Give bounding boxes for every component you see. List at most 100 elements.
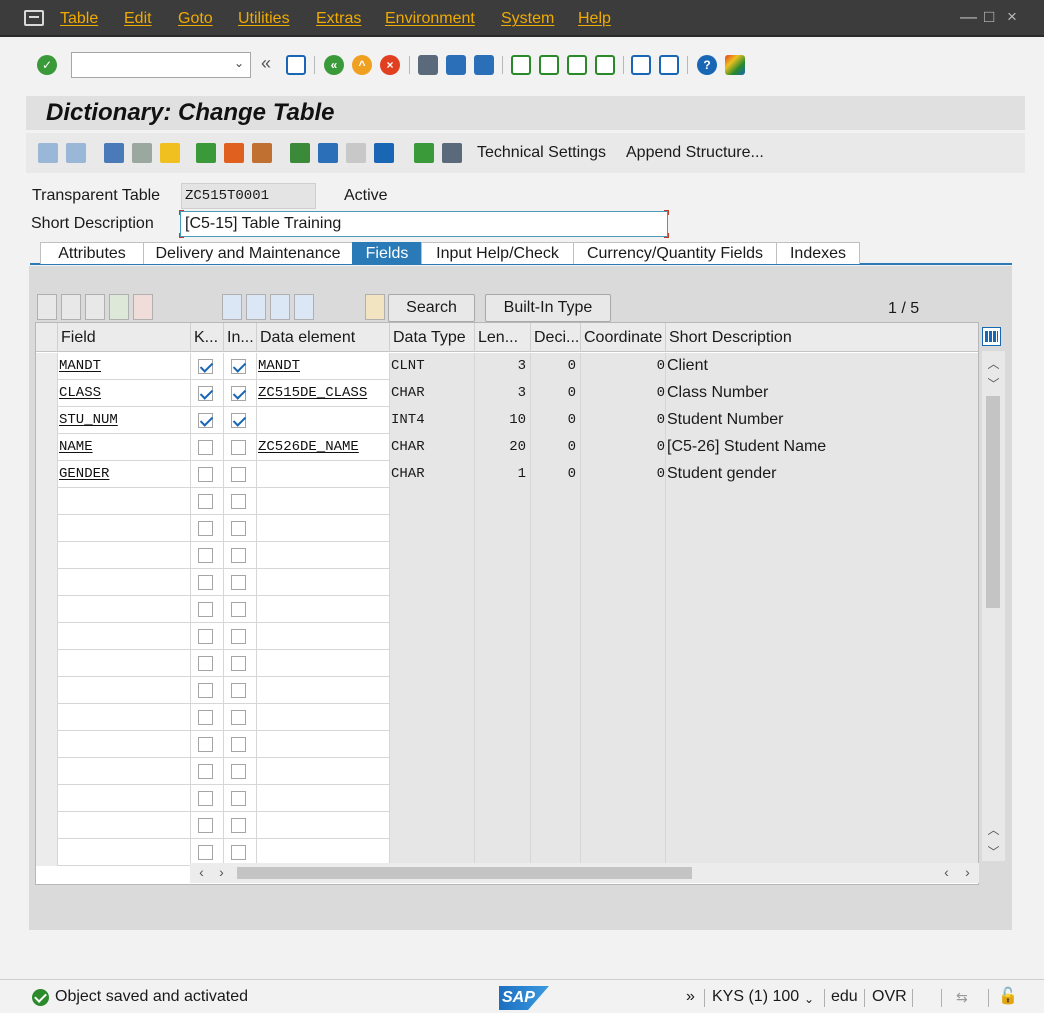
lock-icon[interactable]: 🔓: [998, 987, 1018, 1007]
field-name-cell[interactable]: [58, 596, 191, 623]
table-row[interactable]: [36, 758, 978, 785]
initial-cell[interactable]: [224, 731, 257, 758]
customize-layout-icon[interactable]: [725, 55, 745, 75]
menu-utilities[interactable]: Utilities: [238, 10, 290, 28]
key-checkbox[interactable]: [198, 710, 213, 725]
table-row[interactable]: [36, 785, 978, 812]
object-list-icon[interactable]: [290, 143, 310, 163]
initial-values-checkbox[interactable]: [231, 386, 246, 401]
insert-row-icon[interactable]: [109, 294, 129, 320]
initial-cell[interactable]: [224, 650, 257, 677]
short-description-value[interactable]: [C5-15] Table Training: [185, 215, 341, 232]
column-settings-icon[interactable]: [982, 327, 1001, 346]
column-header-decimals[interactable]: Deci...: [531, 323, 581, 352]
initial-cell[interactable]: [224, 353, 257, 380]
initial-values-checkbox[interactable]: [231, 440, 246, 455]
vertical-scrollbar[interactable]: ︿ ﹀ ︿ ﹀: [982, 351, 1005, 861]
help-icon[interactable]: ?: [697, 55, 717, 75]
data-element-cell[interactable]: [257, 839, 390, 866]
field-name-cell[interactable]: [58, 542, 191, 569]
scroll-thumb[interactable]: [986, 396, 1000, 608]
row-selector[interactable]: [36, 812, 58, 839]
key-cell[interactable]: [191, 461, 224, 488]
key-cell[interactable]: [191, 569, 224, 596]
row-selector[interactable]: [36, 407, 58, 434]
key-cell[interactable]: [191, 596, 224, 623]
key-cell[interactable]: [191, 515, 224, 542]
key-cell[interactable]: [191, 704, 224, 731]
initial-cell[interactable]: [224, 542, 257, 569]
foreign-key-icon[interactable]: [365, 294, 385, 320]
database-utility-icon[interactable]: [414, 143, 434, 163]
column-header-data-type[interactable]: Data Type: [390, 323, 475, 352]
initial-cell[interactable]: [224, 488, 257, 515]
field-name-cell[interactable]: GENDER: [58, 461, 191, 488]
key-cell[interactable]: [191, 677, 224, 704]
key-cell[interactable]: [191, 758, 224, 785]
menu-system[interactable]: System: [501, 10, 554, 28]
scroll-down-icon[interactable]: ﹀: [982, 375, 1005, 392]
table-row[interactable]: [36, 515, 978, 542]
filter-icon[interactable]: [222, 294, 242, 320]
field-name-cell[interactable]: [58, 488, 191, 515]
row-selector[interactable]: [36, 758, 58, 785]
key-checkbox[interactable]: [198, 494, 213, 509]
shortcut-icon[interactable]: [659, 55, 679, 75]
key-checkbox[interactable]: [198, 467, 213, 482]
data-element-cell[interactable]: MANDT: [257, 353, 390, 380]
initial-values-checkbox[interactable]: [231, 548, 246, 563]
row-selector[interactable]: [36, 839, 58, 866]
minimize-icon[interactable]: —: [960, 8, 977, 26]
info-icon[interactable]: [374, 143, 394, 163]
column-header-short-description[interactable]: Short Description: [666, 323, 978, 352]
column-header-length[interactable]: Len...: [475, 323, 531, 352]
tab-indexes[interactable]: Indexes: [776, 242, 860, 264]
tab-input-help-check[interactable]: Input Help/Check: [421, 242, 574, 264]
close-icon[interactable]: ×: [1007, 8, 1017, 26]
key-checkbox[interactable]: [198, 386, 213, 401]
tab-attributes[interactable]: Attributes: [40, 242, 144, 264]
field-name-cell-text[interactable]: NAME: [59, 439, 93, 455]
field-name-cell[interactable]: NAME: [58, 434, 191, 461]
append-structure-button[interactable]: Append Structure...: [626, 143, 764, 163]
row-selector[interactable]: [36, 380, 58, 407]
initial-cell[interactable]: [224, 623, 257, 650]
data-element-cell[interactable]: [257, 515, 390, 542]
menu-goto[interactable]: Goto: [178, 10, 213, 28]
field-name-cell[interactable]: [58, 731, 191, 758]
key-cell[interactable]: [191, 434, 224, 461]
field-name-cell[interactable]: [58, 758, 191, 785]
tab-delivery-and-maintenance[interactable]: Delivery and Maintenance: [143, 242, 353, 264]
initial-values-checkbox[interactable]: [231, 521, 246, 536]
expand-icon[interactable]: [246, 294, 266, 320]
data-element-cell[interactable]: ZC515DE_CLASS: [257, 380, 390, 407]
cut-icon[interactable]: [37, 294, 57, 320]
short-description-field[interactable]: [C5-15] Table Training: [179, 210, 669, 238]
initial-cell[interactable]: [224, 758, 257, 785]
field-name-cell-text[interactable]: GENDER: [59, 466, 109, 482]
scroll-right-icon[interactable]: ›: [210, 864, 233, 880]
system-info[interactable]: KYS (1) 100: [712, 987, 799, 1007]
insert-mode[interactable]: OVR: [872, 987, 907, 1007]
table-row[interactable]: [36, 704, 978, 731]
paste-icon[interactable]: [85, 294, 105, 320]
chevron-down-icon[interactable]: ⌄: [234, 56, 244, 70]
cancel-icon[interactable]: ×: [380, 55, 400, 75]
initial-cell[interactable]: [224, 704, 257, 731]
where-used-icon[interactable]: [252, 143, 272, 163]
table-row[interactable]: [36, 839, 978, 866]
field-name-cell[interactable]: [58, 839, 191, 866]
system-dropdown-icon[interactable]: ⌄: [804, 989, 814, 1009]
key-cell[interactable]: [191, 407, 224, 434]
scroll-far-left-icon[interactable]: ‹: [935, 864, 958, 880]
row-selector[interactable]: [36, 731, 58, 758]
table-row[interactable]: [36, 731, 978, 758]
data-element-cell-text[interactable]: ZC515DE_CLASS: [258, 385, 367, 401]
field-name-cell-text[interactable]: MANDT: [59, 358, 101, 374]
field-name-cell[interactable]: [58, 785, 191, 812]
key-cell[interactable]: [191, 542, 224, 569]
horizontal-scroll-thumb[interactable]: [237, 867, 692, 879]
data-element-cell-text[interactable]: ZC526DE_NAME: [258, 439, 359, 455]
next-page-icon[interactable]: [567, 55, 587, 75]
initial-cell[interactable]: [224, 677, 257, 704]
